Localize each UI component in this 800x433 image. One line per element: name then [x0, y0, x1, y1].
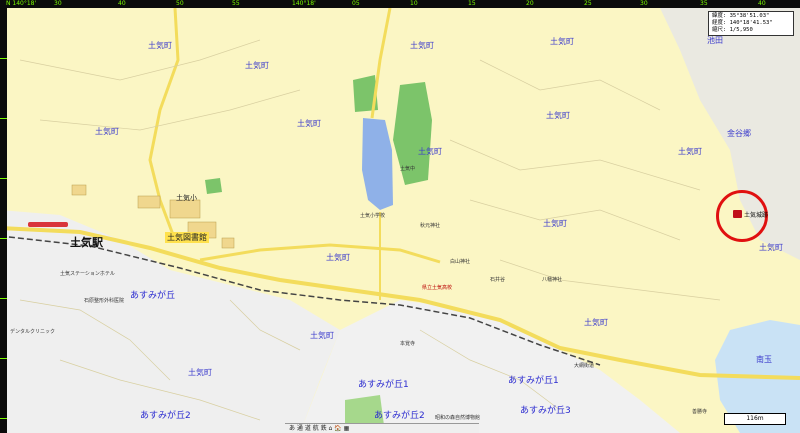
poi-label: 土気中 — [400, 166, 416, 172]
area-label: あすみが丘1 — [358, 380, 409, 390]
ruler-tick — [0, 178, 7, 179]
ruler-tick — [0, 118, 7, 119]
poi-label: 石井谷 — [490, 277, 506, 283]
area-label: 土気町 — [543, 219, 567, 228]
castle-ruins-label[interactable]: 土気城跡 — [744, 210, 768, 219]
area-label: 金谷郷 — [727, 129, 751, 138]
ruler-tick — [0, 358, 7, 359]
library-label[interactable]: 土気図書館 — [165, 232, 209, 243]
latitude-value: 緯度: 35°38'51.03" — [712, 13, 770, 19]
poi-label: 県立土気高校 — [422, 285, 453, 291]
area-label: あすみが丘2 — [140, 411, 191, 421]
area-label: 土気町 — [550, 37, 574, 46]
ruler-tick — [0, 58, 7, 59]
area-label: 土気町 — [678, 147, 702, 156]
ruler-label: N 140°18' — [6, 0, 37, 7]
area-label: 土気町 — [245, 61, 269, 70]
poi-label: 土気ステーションホテル — [60, 271, 115, 277]
road-north-2 — [370, 7, 392, 119]
ruler-label: 30 — [640, 0, 648, 7]
area-label: あすみが丘3 — [520, 406, 571, 416]
ruler-label: 20 — [526, 0, 534, 7]
urban-area-left — [0, 210, 340, 433]
area-label: 土気町 — [418, 147, 442, 156]
map-toolbar[interactable]: あ 通 道 航 鉄 ⌂ 🏠 ▦ — [285, 423, 479, 433]
longitude-value: 経度: 140°18'41.53" — [712, 20, 773, 26]
ruler-label: 40 — [118, 0, 126, 7]
poi-label: デンタルクリニック — [10, 329, 56, 335]
ruler-label: 10 — [410, 0, 418, 7]
area-label: 土気町 — [297, 119, 321, 128]
pond — [362, 118, 393, 210]
area-label: 土気町 — [310, 331, 334, 340]
ruler-tick — [0, 418, 7, 419]
map-canvas[interactable]: N 140°18' 30 40 50 55 140°18' 05 10 15 2… — [0, 0, 800, 433]
poi-label: 本覚寺 — [400, 341, 416, 347]
ruler-label: 25 — [584, 0, 592, 7]
castle-ruins-icon[interactable] — [733, 210, 742, 218]
poi-label: 大網街道 — [574, 363, 595, 369]
ruler-label: 140°18' — [292, 0, 316, 7]
ruler-tick — [0, 238, 7, 239]
poi-label: 白山神社 — [450, 259, 471, 265]
area-label: 土気町 — [326, 253, 350, 262]
poi-label: 土気小学校 — [360, 213, 386, 219]
coordinates-panel: 緯度: 35°38'51.03" 経度: 140°18'41.53" 縮尺: 1… — [708, 11, 794, 36]
area-label: 南玉 — [756, 355, 772, 364]
poi-label: 八幡神社 — [542, 277, 563, 283]
area-label: 土気町 — [546, 111, 570, 120]
scale-bar: 116m — [724, 413, 786, 425]
area-label: 土気町 — [410, 41, 434, 50]
area-label: 池田 — [707, 36, 723, 45]
ruler-label: 40 — [758, 0, 766, 7]
poi-label: 善勝寺 — [692, 409, 708, 415]
poi-label: 石原整形外科医院 — [84, 298, 125, 304]
road-center — [199, 243, 441, 264]
ruler-label: 55 — [232, 0, 240, 7]
ruler-label: 15 — [468, 0, 476, 7]
area-label: あすみが丘2 — [374, 411, 425, 421]
school-label[interactable]: 土気小 — [176, 193, 197, 203]
poi-label: 秋元神社 — [420, 223, 441, 229]
ruler-tick — [0, 298, 7, 299]
area-label: 土気町 — [148, 41, 172, 50]
area-label: 土気町 — [759, 243, 783, 252]
latitude-ruler: N 140°18' 30 40 50 55 140°18' 05 10 15 2… — [0, 0, 800, 8]
area-label: 土気町 — [95, 127, 119, 136]
park-small — [205, 178, 222, 194]
area-label: あすみが丘1 — [508, 376, 559, 386]
ruler-label: 30 — [54, 0, 62, 7]
station-label[interactable]: 土気駅 — [70, 234, 103, 250]
ruler-label: 50 — [176, 0, 184, 7]
ruler-label: 35 — [700, 0, 708, 7]
ruler-label: 05 — [352, 0, 360, 7]
area-label: 土気町 — [188, 368, 212, 377]
longitude-ruler — [0, 8, 7, 433]
area-label: 土気町 — [584, 318, 608, 327]
poi-label: 昭和の森自然博物館 — [435, 415, 481, 421]
map-base-layer — [0, 7, 800, 433]
area-label: あすみが丘 — [130, 291, 176, 301]
station-platform — [28, 222, 68, 227]
scale-value: 縮尺: 1/5,950 — [712, 27, 753, 33]
